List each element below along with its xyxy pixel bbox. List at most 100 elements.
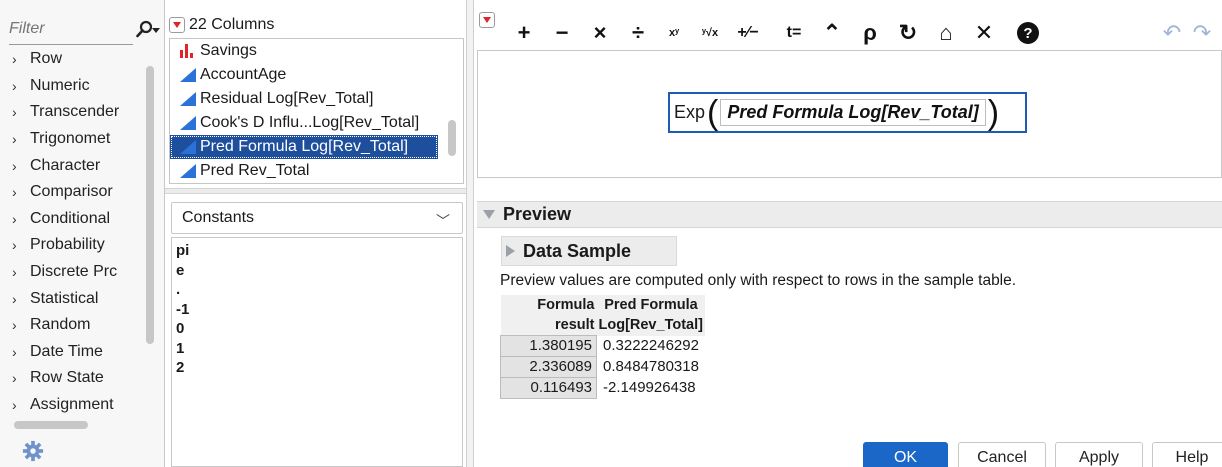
column-item-selected[interactable]: Pred Formula Log[Rev_Total] — [170, 135, 438, 159]
preview-title: Preview — [503, 204, 572, 224]
subtract-icon[interactable]: − — [547, 18, 577, 48]
preview-table: Formula Pred Formula result Log[Rev_Tota… — [500, 295, 706, 399]
function-category-label: Statistical — [30, 289, 99, 307]
function-category-label: Character — [30, 156, 101, 174]
formula-menu-dropdown-icon[interactable] — [479, 12, 495, 28]
function-category-item[interactable]: › Numeric — [0, 73, 150, 100]
chevron-right-icon: › — [12, 397, 17, 414]
function-category-item[interactable]: › Probability — [0, 232, 150, 259]
close-paren: ) — [987, 93, 1000, 132]
function-category-item[interactable]: › Row — [0, 46, 150, 73]
filter-dropdown-icon[interactable] — [152, 28, 160, 33]
columns-list: Savings AccountAge Residual Log[Rev_Tota… — [169, 38, 464, 184]
column-label: Savings — [200, 42, 257, 59]
disclosure-closed-icon[interactable] — [506, 245, 515, 257]
constant-item[interactable]: 0 — [172, 320, 462, 340]
constant-item[interactable]: . — [172, 281, 462, 301]
raise-icon[interactable]: ⌃ — [817, 18, 847, 48]
multiply-icon[interactable]: × — [585, 18, 615, 48]
column-label: Pred Formula Log[Rev_Total] — [200, 138, 409, 155]
constant-item[interactable]: pi — [172, 242, 462, 262]
table-header-pred: Pred Formula — [596, 295, 706, 315]
column-label: Residual Log[Rev_Total] — [200, 90, 374, 107]
preview-note: Preview values are computed only with re… — [500, 272, 1017, 289]
data-sample-outline-bar[interactable]: Data Sample — [501, 236, 677, 266]
help-icon[interactable]: ? — [1017, 22, 1039, 44]
functions-panel: › Row › Numeric › Transcender › Trigonomet ›… — [0, 0, 165, 467]
filter-input[interactable] — [9, 19, 97, 38]
redo-icon[interactable]: ↷ — [1187, 18, 1217, 48]
function-category-item[interactable]: › Discrete Prc — [0, 259, 150, 286]
open-paren: ( — [707, 93, 719, 132]
vertical-scrollbar[interactable] — [146, 66, 154, 344]
cancel-button[interactable]: Cancel — [958, 442, 1046, 467]
pred-value-cell: 0.3222246292 — [603, 337, 699, 354]
function-category-label: Trigonomet — [30, 130, 111, 148]
column-label: AccountAge — [200, 66, 287, 83]
apply-button[interactable]: Apply — [1055, 442, 1143, 467]
continuous-icon — [176, 116, 198, 130]
column-item[interactable]: Residual Log[Rev_Total] — [170, 87, 463, 111]
swap-icon[interactable]: ↻ — [893, 18, 923, 48]
horizontal-scrollbar[interactable] — [14, 421, 88, 429]
chevron-right-icon: › — [12, 51, 17, 68]
function-category-item[interactable]: › Trigonomet — [0, 126, 150, 153]
formula-argument[interactable]: Pred Formula Log[Rev_Total] — [720, 99, 986, 126]
table-row: 1.380195 0.3222246292 — [500, 335, 706, 357]
function-category-list: › Row › Numeric › Transcender › Trigonomet ›… — [0, 46, 150, 418]
formula-expression[interactable]: Exp ( Pred Formula Log[Rev_Total] ) — [668, 92, 1027, 133]
function-category-label: Random — [30, 316, 91, 334]
column-item[interactable]: Cook's D Influ...Log[Rev_Total] — [170, 111, 463, 135]
continuous-icon — [176, 92, 198, 106]
table-header-row: Formula Pred Formula — [500, 295, 706, 315]
function-category-item[interactable]: › Statistical — [0, 285, 150, 312]
formula-result-cell: 2.336089 — [500, 356, 597, 378]
columns-header: 22 Columns — [169, 13, 464, 37]
help-button[interactable]: Help — [1152, 442, 1222, 467]
formula-editor-area[interactable]: Exp ( Pred Formula Log[Rev_Total] ) — [477, 50, 1222, 178]
function-category-item[interactable]: › Random — [0, 312, 150, 339]
add-icon[interactable]: + — [509, 18, 539, 48]
delete-icon[interactable]: ✕ — [969, 18, 999, 48]
gear-icon[interactable] — [22, 440, 44, 462]
column-item[interactable]: Savings — [170, 39, 463, 63]
function-category-label: Transcender — [30, 103, 120, 121]
constants-dropdown[interactable]: Constants ﹀ — [171, 202, 463, 234]
columns-menu-dropdown-icon[interactable] — [169, 17, 185, 33]
preview-outline-bar[interactable]: Preview — [477, 201, 1222, 228]
root-icon[interactable]: ʸ√x — [695, 18, 725, 48]
constant-item[interactable]: e — [172, 262, 462, 282]
function-category-item[interactable]: › Conditional — [0, 206, 150, 233]
function-category-item[interactable]: › Assignment — [0, 392, 150, 418]
function-category-label: Probability — [30, 236, 105, 254]
unthrow-icon[interactable]: ⌂ — [931, 18, 961, 48]
chevron-right-icon: › — [12, 264, 17, 281]
bar-chart-icon — [176, 44, 198, 58]
column-item[interactable]: Pred Rev_Total — [170, 159, 463, 183]
columns-scrollbar[interactable] — [448, 120, 456, 156]
formula-toolbar: + − × ÷ xʸ ʸ√x +⁄− t= ⌃ ρ ↻ ⌂ ✕ ? ↶ ↷ — [477, 8, 1222, 50]
disclosure-open-icon[interactable] — [483, 210, 495, 219]
constant-item[interactable]: -1 — [172, 301, 462, 321]
column-item[interactable]: AccountAge — [170, 63, 463, 87]
undo-icon[interactable]: ↶ — [1157, 18, 1187, 48]
local-variable-icon[interactable]: t= — [779, 18, 809, 48]
panel-divider[interactable] — [165, 188, 471, 194]
filter-field[interactable] — [9, 13, 133, 45]
function-category-item[interactable]: › Character — [0, 152, 150, 179]
constant-item[interactable]: 2 — [172, 359, 462, 379]
function-category-item[interactable]: › Comparisor — [0, 179, 150, 206]
function-category-item[interactable]: › Date Time — [0, 339, 150, 366]
peel-icon[interactable]: ρ — [855, 18, 885, 48]
function-category-item[interactable]: › Transcender — [0, 99, 150, 126]
chevron-down-icon: ﹀ — [436, 213, 450, 229]
constant-item[interactable]: 1 — [172, 340, 462, 360]
divide-icon[interactable]: ÷ — [623, 18, 653, 48]
ok-button[interactable]: OK — [863, 442, 948, 467]
formula-function[interactable]: Exp — [674, 102, 705, 123]
chevron-right-icon: › — [12, 131, 17, 148]
negate-icon[interactable]: +⁄− — [733, 18, 763, 48]
function-category-item[interactable]: › Row State — [0, 365, 150, 392]
power-icon[interactable]: xʸ — [659, 18, 689, 48]
vertical-splitter[interactable] — [466, 0, 474, 467]
